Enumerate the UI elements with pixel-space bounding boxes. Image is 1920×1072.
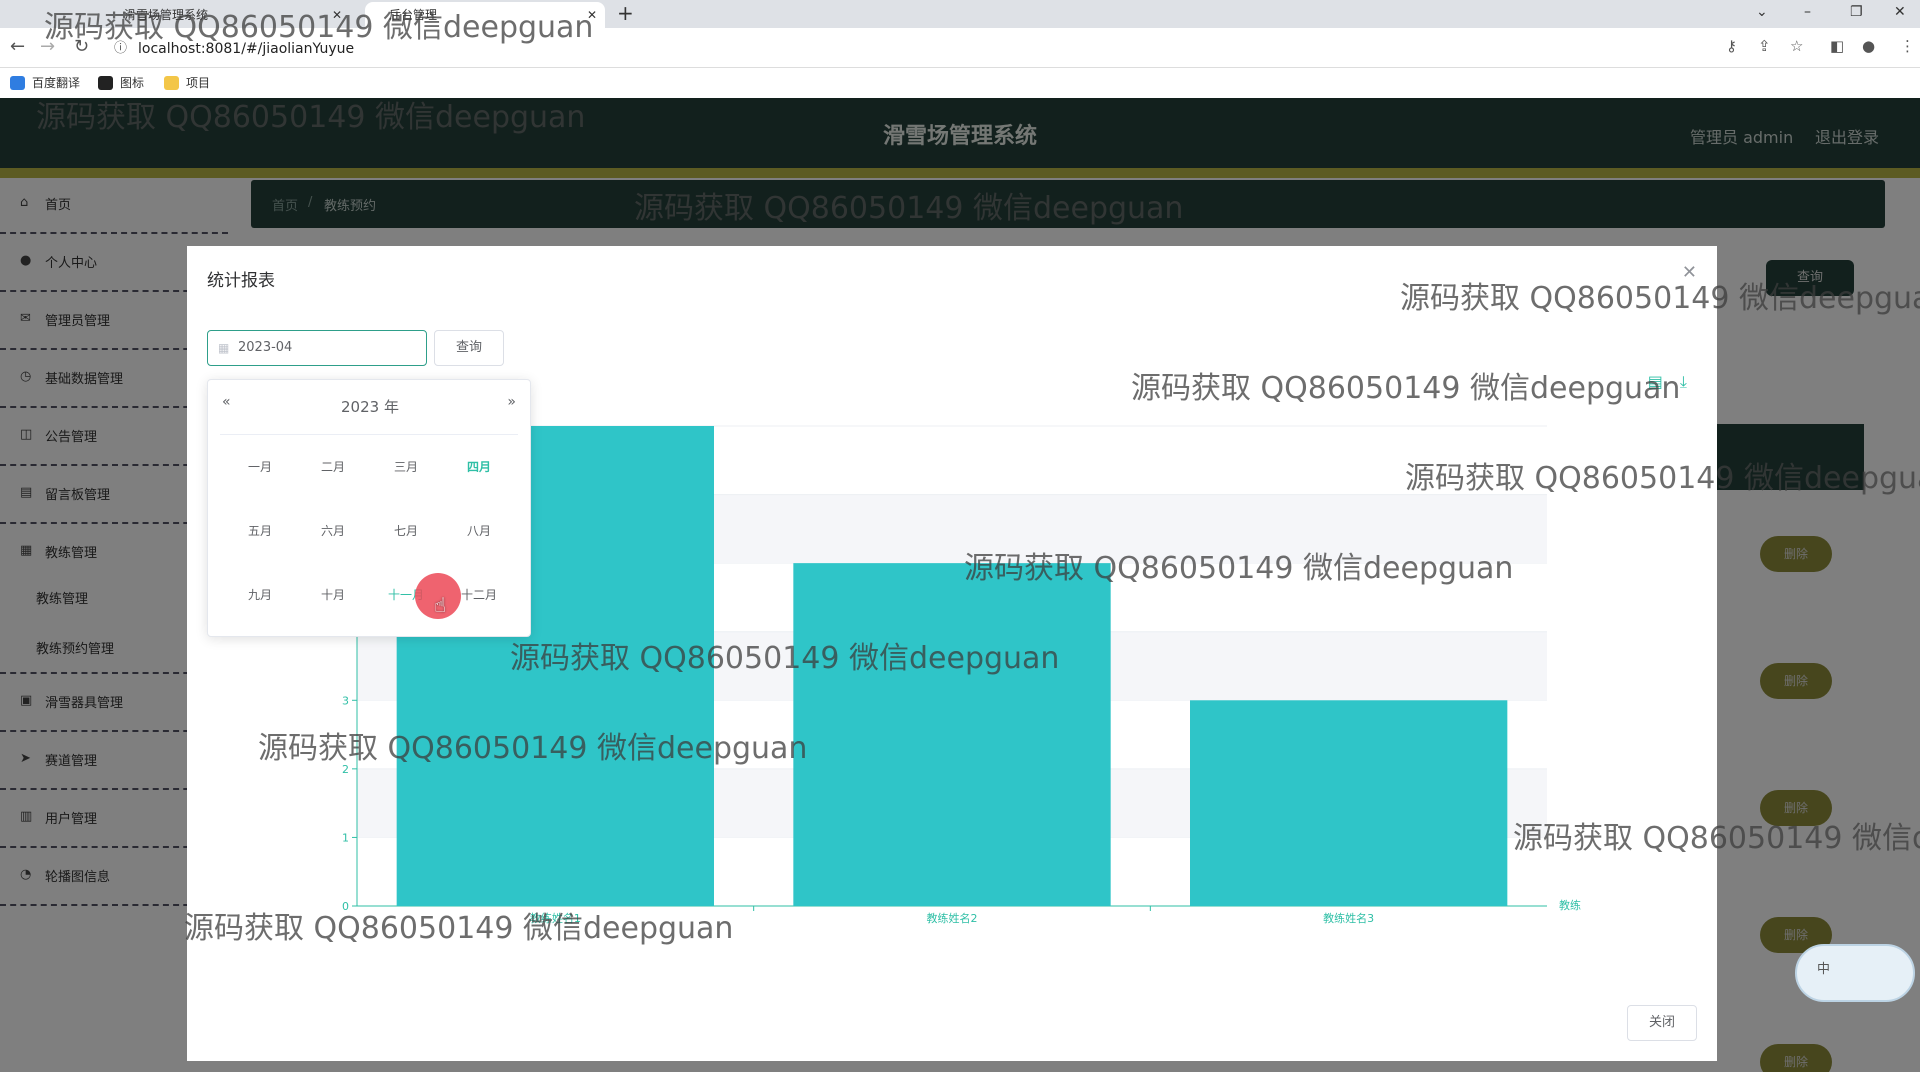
y-tick-label: 3 — [342, 694, 349, 707]
folder-icon — [164, 76, 179, 90]
watermark: 源码获取 QQ86050149 微信deepguan — [510, 641, 1060, 676]
menu-icon[interactable]: ⋮ — [1900, 37, 1915, 55]
star-icon[interactable]: ☆ — [1790, 37, 1803, 55]
watermark: 源码获取 QQ86050149 微信deepguan — [258, 731, 808, 766]
y-tick-label: 1 — [342, 831, 349, 844]
translate-icon — [10, 76, 25, 90]
ime-label: 中 — [1817, 962, 1831, 977]
share-icon[interactable]: ⇪ — [1758, 37, 1771, 55]
bookmark-item[interactable]: 图标 — [98, 73, 144, 93]
watermark: 源码获取 QQ86050149 微信deepguan — [1131, 371, 1681, 406]
month-option[interactable]: 一月 — [230, 458, 290, 475]
x-tick-label: 教练姓名2 — [927, 911, 978, 925]
picker-divider — [220, 434, 518, 435]
download-icon[interactable]: ⤓ — [1680, 372, 1687, 391]
month-option[interactable]: 五月 — [230, 522, 290, 539]
bar — [1190, 700, 1508, 906]
hand-cursor-icon: ☝ — [434, 593, 447, 617]
chevron-down-icon[interactable]: ⌄ — [1756, 0, 1768, 24]
month-option[interactable]: 十月 — [303, 586, 363, 603]
next-year-icon[interactable]: » — [507, 394, 516, 410]
bookmark-item[interactable]: 百度翻译 — [10, 73, 80, 93]
month-option[interactable]: 八月 — [449, 522, 509, 539]
watermark: 源码获取 QQ86050149 微信deepguan — [44, 10, 594, 45]
x-tick-label: 教练姓名3 — [1323, 911, 1374, 925]
calendar-icon: ▦ — [218, 341, 230, 355]
x-axis-title: 教练 — [1559, 898, 1581, 912]
query-button[interactable]: 查询 — [434, 330, 504, 366]
bar — [793, 563, 1111, 906]
minimize-icon[interactable]: – — [1804, 0, 1811, 24]
watermark: 源码获取 QQ86050149 微信deepguan — [184, 911, 734, 946]
month-picker-input[interactable]: ▦ 2023-04 — [207, 330, 427, 366]
month-option[interactable]: 九月 — [230, 586, 290, 603]
sidepanel-icon[interactable]: ◧ — [1830, 37, 1844, 55]
month-option[interactable]: 二月 — [303, 458, 363, 475]
month-option[interactable]: 三月 — [376, 458, 436, 475]
month-picker-popup: « 2023 年 » 一月 二月 三月 四月 五月 六月 七月 八月 九月 十月 十一月 十二月 — [207, 379, 531, 637]
watermark: 源码获取 QQ86050149 微信deepguan — [634, 191, 1184, 226]
month-picker-value: 2023-04 — [238, 340, 293, 355]
watermark: 源码获取 QQ86050149 微信deepguan — [1513, 821, 1920, 856]
picker-year-label[interactable]: 2023 年 — [208, 396, 532, 417]
watermark: 源码获取 QQ86050149 微信deepguan — [1400, 281, 1920, 316]
window-close-icon[interactable]: ✕ — [1894, 0, 1906, 24]
image-icon — [98, 76, 113, 90]
profile-icon[interactable]: ● — [1862, 37, 1875, 55]
key-icon[interactable]: ⚷ — [1726, 37, 1737, 55]
watermark: 源码获取 QQ86050149 微信deepguan — [964, 551, 1514, 586]
month-option[interactable]: 七月 — [376, 522, 436, 539]
ime-widget[interactable]: 中 — [1795, 944, 1915, 1002]
close-button[interactable]: 关闭 — [1627, 1005, 1697, 1041]
watermark: 源码获取 QQ86050149 微信deepguan — [36, 100, 586, 135]
watermark: 源码获取 QQ86050149 微信deepguan — [1405, 461, 1920, 496]
bookmark-item[interactable]: 项目 — [164, 73, 210, 93]
restore-icon[interactable]: ❐ — [1850, 0, 1863, 24]
back-icon[interactable]: ← — [10, 36, 25, 57]
month-option[interactable]: 四月 — [449, 458, 509, 475]
new-tab-icon[interactable]: + — [617, 0, 634, 26]
month-option[interactable]: 六月 — [303, 522, 363, 539]
